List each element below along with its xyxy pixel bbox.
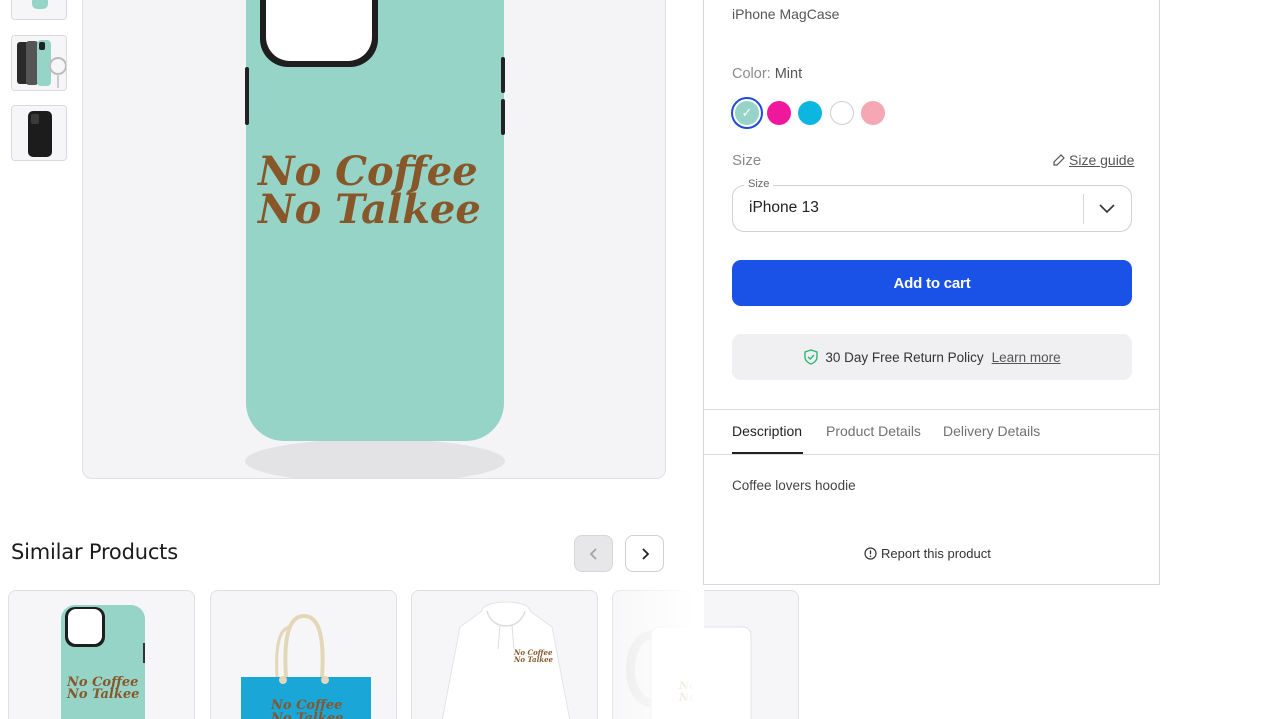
size-guide-link[interactable]: Size guide bbox=[1052, 152, 1134, 168]
swatch-pink[interactable] bbox=[767, 101, 791, 125]
divider-top bbox=[704, 409, 1159, 410]
swatch-cyan[interactable] bbox=[798, 101, 822, 125]
chevron-left-icon bbox=[589, 547, 597, 560]
return-policy-text: 30 Day Free Return Policy bbox=[825, 349, 984, 365]
size-guide-label: Size guide bbox=[1069, 152, 1135, 168]
chevron-right-icon bbox=[641, 547, 649, 560]
check-icon: ✓ bbox=[741, 105, 753, 120]
carousel-prev-button[interactable] bbox=[574, 535, 613, 572]
main-product-image: No Coffee No Talkee bbox=[82, 0, 666, 479]
tab-product-details[interactable]: Product Details bbox=[826, 423, 921, 439]
thumbnail-multi-angle[interactable] bbox=[11, 35, 67, 91]
color-value: Mint bbox=[774, 66, 803, 82]
size-label: Size bbox=[732, 152, 762, 169]
size-select[interactable]: Size iPhone 13 bbox=[732, 178, 1132, 232]
chevron-down-icon bbox=[1099, 204, 1115, 214]
tab-description[interactable]: Description bbox=[732, 423, 802, 439]
learn-more-link[interactable]: Learn more bbox=[992, 350, 1061, 365]
add-to-cart-button[interactable]: Add to cart bbox=[732, 260, 1132, 306]
color-label: Color: Mint bbox=[732, 66, 802, 82]
thumbnail-black-back[interactable] bbox=[11, 105, 67, 161]
swatch-mint[interactable]: ✓ bbox=[731, 97, 763, 129]
similar-products-title: Similar Products bbox=[11, 540, 178, 564]
swatch-white[interactable] bbox=[830, 101, 854, 125]
tab-delivery-details[interactable]: Delivery Details bbox=[943, 423, 1040, 439]
divider-tabs bbox=[704, 454, 1159, 455]
carousel-next-button[interactable] bbox=[625, 535, 664, 572]
ruler-pencil-icon bbox=[1053, 154, 1065, 166]
size-select-divider bbox=[1083, 194, 1084, 224]
thumbnail-front[interactable] bbox=[11, 0, 67, 20]
card-print-line-2: No Talkee bbox=[270, 711, 343, 719]
color-label-prefix: Color: bbox=[732, 66, 771, 82]
print-line-2: No Talkee bbox=[256, 186, 481, 233]
size-select-value: iPhone 13 bbox=[749, 199, 819, 216]
product-info-panel: iPhone MagCase Color: Mint ✓ Size Size g… bbox=[703, 0, 1160, 585]
return-policy-banner: 30 Day Free Return Policy Learn more bbox=[732, 334, 1132, 380]
description-text: Coffee lovers hoodie bbox=[732, 478, 856, 493]
similar-product-card-phone-case[interactable]: No Coffee No Talkee bbox=[8, 590, 195, 719]
report-product-label: Report this product bbox=[881, 546, 991, 561]
card-print-line-2: No Talkee bbox=[513, 655, 554, 664]
carousel-fade-overlay bbox=[612, 590, 704, 719]
report-product-link[interactable]: Report this product bbox=[864, 546, 991, 561]
alert-circle-icon bbox=[864, 547, 877, 560]
product-subtitle: iPhone MagCase bbox=[732, 6, 840, 22]
size-select-legend: Size bbox=[744, 178, 774, 190]
similar-product-card-tote-bag[interactable]: No Coffee No Talkee bbox=[210, 590, 397, 719]
swatch-light-pink[interactable] bbox=[861, 101, 885, 125]
card-print-line-2: No Talkee bbox=[66, 687, 139, 702]
shield-check-icon bbox=[804, 349, 819, 365]
similar-product-card-hoodie[interactable]: No Coffee No Talkee bbox=[411, 590, 598, 719]
